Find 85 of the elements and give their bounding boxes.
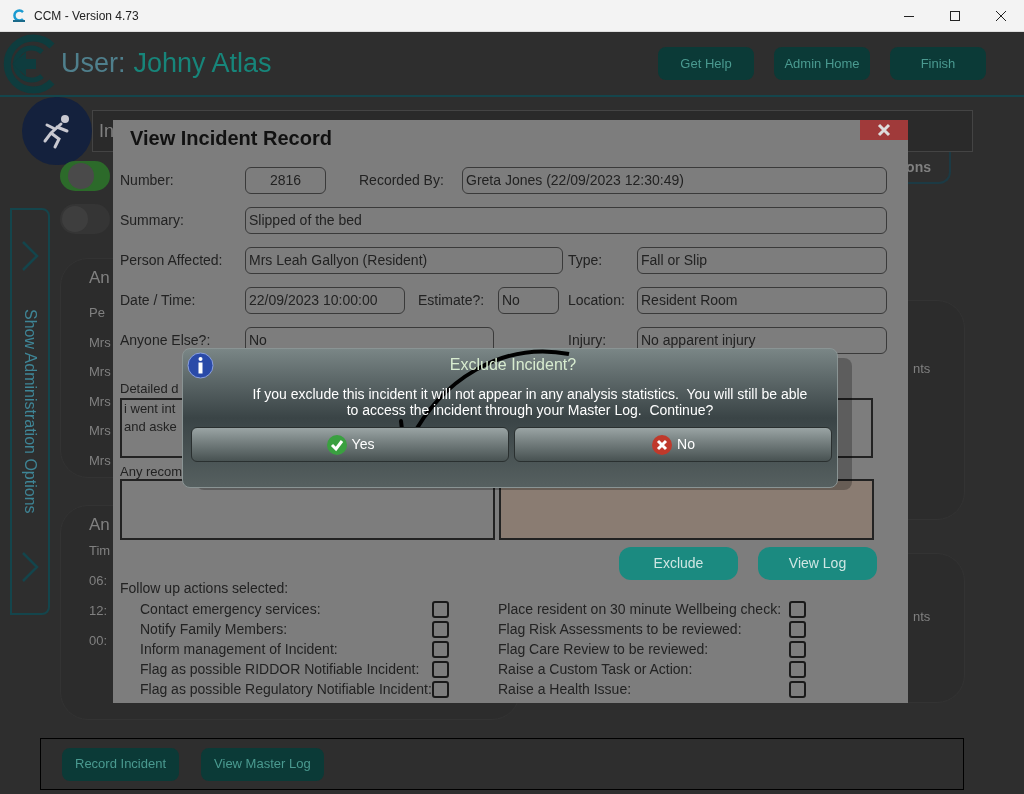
checkbox[interactable] — [789, 660, 806, 678]
dialog-message: If you exclude this incident it will not appear in any analysis statistics. You will still be able — [252, 386, 808, 402]
action-label: Contact emergency services: — [140, 599, 322, 619]
field-label: Estimate?: — [418, 290, 486, 310]
panel-line: Mrs — [89, 422, 111, 441]
checkbox[interactable] — [432, 620, 449, 638]
cancel-icon — [651, 433, 674, 456]
falling-person-icon — [22, 97, 92, 165]
checkbox[interactable] — [432, 680, 449, 698]
text-field[interactable]: Fall or Slip — [637, 246, 887, 274]
toggle-switch[interactable] — [60, 161, 110, 191]
close-button[interactable] — [860, 120, 908, 140]
panel-line: Mrs — [89, 333, 111, 352]
checkbox[interactable] — [789, 640, 806, 658]
action-label: Flag as possible Regulatory Notifiable Incident: — [140, 679, 432, 699]
header-button[interactable]: Get Help — [658, 47, 754, 80]
action-button[interactable]: View Log — [758, 547, 877, 580]
panel-text: nts — [913, 608, 931, 626]
field-label: Person Affected: — [120, 250, 224, 270]
bottom-button[interactable]: Record Incident — [62, 747, 180, 781]
close-icon — [996, 10, 1006, 21]
field-label: Anyone Else?: — [120, 330, 212, 350]
checkbox[interactable] — [789, 620, 806, 638]
field-label: Detailed d — [120, 381, 179, 396]
dialog-button[interactable]: Yes — [191, 427, 509, 462]
action-label: Raise a Custom Task or Action: — [498, 659, 694, 679]
field-label: Type: — [568, 250, 604, 270]
user-label: User: — [61, 47, 126, 81]
user-name: Johny Atlas — [133, 47, 272, 81]
window-title: CCM - Version 4.73 — [34, 7, 139, 25]
panel-line: Pe — [89, 304, 105, 322]
panel-heading: In — [99, 119, 114, 143]
bottom-button[interactable]: View Master Log — [201, 747, 324, 781]
sidebar-tab[interactable]: Show Administration Options — [10, 208, 50, 615]
checkbox[interactable] — [789, 600, 806, 618]
field-label: Location: — [568, 290, 626, 310]
checkbox[interactable] — [789, 680, 806, 698]
action-label: Inform management of Incident: — [140, 639, 339, 659]
panel-line: 06: — [89, 572, 108, 590]
field-label: Summary: — [120, 210, 185, 230]
header-button[interactable]: Finish — [890, 47, 986, 80]
chevron-right-icon — [21, 551, 39, 583]
text-field[interactable]: Resident Room — [637, 286, 887, 314]
info-icon — [187, 352, 214, 379]
action-label: Flag as possible RIDDOR Notifiable Incident: — [140, 659, 421, 679]
action-label: Place resident on 30 minute Wellbeing check: — [498, 599, 782, 619]
sidebar-tab-label: Show Administration Options — [21, 309, 40, 514]
checkbox[interactable] — [432, 640, 449, 658]
field-label: Recorded By: — [359, 170, 445, 190]
maximize-icon — [950, 10, 960, 21]
action-label: Flag Risk Assessments to be reviewed: — [498, 619, 743, 639]
dialog-message: to access the incident through your Master Log. Continue? — [346, 402, 714, 418]
action-label: Raise a Health Issue: — [498, 679, 633, 699]
header-button[interactable]: Admin Home — [774, 47, 870, 80]
panel-title: An — [89, 514, 110, 536]
close-icon — [877, 123, 891, 137]
text-field[interactable]: No — [498, 286, 559, 314]
panel-line: 12: — [89, 602, 108, 620]
panel-line: Mrs — [89, 452, 111, 470]
panel-line: Tim — [89, 542, 111, 560]
panel-line: Mrs — [89, 363, 111, 382]
dialog-button[interactable]: No — [514, 427, 832, 462]
text-field[interactable]: Greta Jones (22/09/2023 12:30:49) — [462, 166, 887, 194]
dialog-title: View Incident Record — [130, 125, 332, 151]
chevron-right-icon — [21, 240, 39, 272]
followup-label: Follow up actions selected: — [120, 579, 290, 598]
text-field[interactable]: 2816 — [245, 166, 326, 194]
field-label: Date / Time: — [120, 290, 197, 310]
panel-line: Mrs — [89, 392, 111, 411]
panel-line: 00: — [89, 632, 108, 650]
action-label: Flag Care Review to be reviewed: — [498, 639, 710, 659]
checkbox[interactable] — [432, 600, 449, 618]
panel-title: An — [89, 267, 110, 289]
text-field[interactable]: 22/09/2023 10:00:00 — [245, 286, 405, 314]
action-button[interactable]: Exclude — [619, 547, 738, 580]
checkbox[interactable] — [432, 660, 449, 678]
text-field[interactable]: Slipped of the bed — [245, 206, 887, 234]
app-logo-icon — [12, 8, 26, 23]
field-label: Any recom — [120, 464, 183, 479]
panel-text: nts — [913, 360, 931, 378]
check-icon — [325, 433, 348, 456]
field-label: Injury: — [568, 330, 608, 350]
action-label: Notify Family Members: — [140, 619, 289, 639]
text-field[interactable]: Mrs Leah Gallyon (Resident) — [245, 246, 563, 274]
field-label: Number: — [120, 170, 175, 190]
